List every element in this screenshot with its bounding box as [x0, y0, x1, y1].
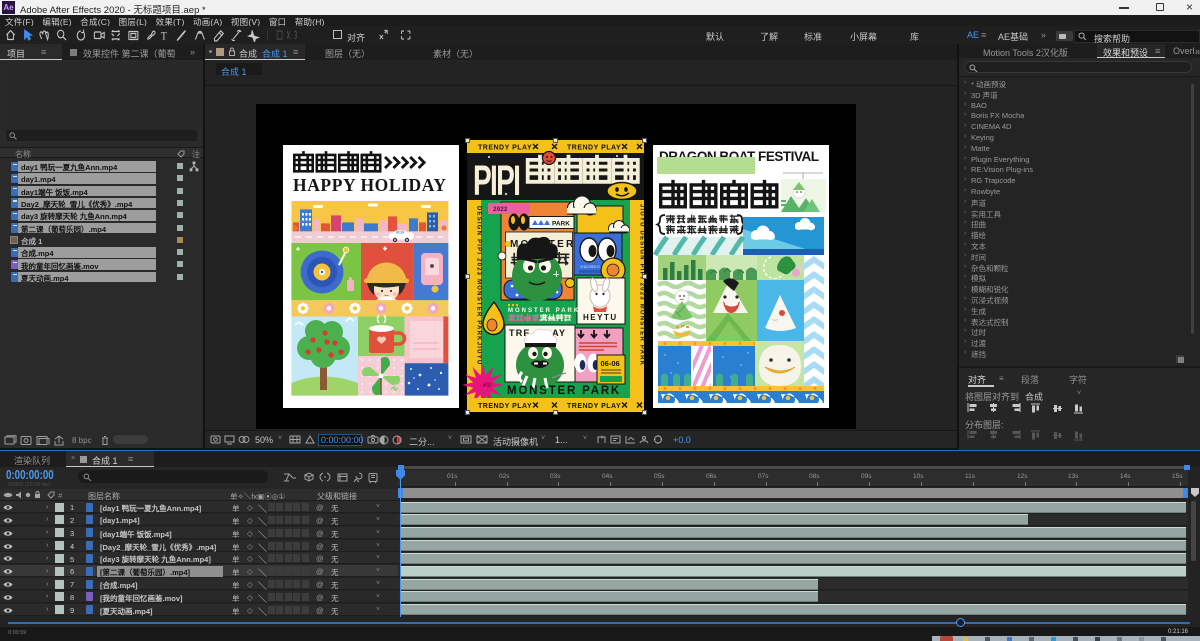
svg-text:TRENDY PLAY: TRENDY PLAY: [567, 145, 621, 152]
svg-text:06-06: 06-06: [601, 359, 620, 368]
svg-text:PIPI: PIPI: [473, 156, 519, 205]
svg-text:PARK: PARK: [552, 221, 570, 228]
svg-text:T: T: [161, 30, 167, 42]
svg-text:MONSTER PARK: MONSTER PARK: [507, 385, 621, 397]
svg-text:HEYTU: HEYTU: [583, 313, 618, 322]
svg-text:TRENDY PLAY: TRENDY PLAY: [478, 145, 532, 152]
svg-text:MONSTER PARK: MONSTER PARK: [508, 308, 580, 314]
svg-text:2022: 2022: [493, 206, 508, 213]
svg-text:TRENDY PLAY: TRENDY PLAY: [478, 403, 532, 410]
svg-text:JIUYU DESIGN PIPI 2023 MONSTER: JIUYU DESIGN PIPI 2023 MONSTER PARK: [639, 204, 645, 366]
svg-text:#1!: #1!: [483, 383, 492, 389]
svg-text:DESIGN PIPI 2023 MONSTER PARKJ: DESIGN PIPI 2023 MONSTER PARKJIUYU: [476, 206, 482, 365]
svg-text:TRENDY PLAY: TRENDY PLAY: [567, 403, 621, 410]
svg-text:HAPPY HOLIDAY: HAPPY HOLIDAY: [293, 175, 446, 195]
